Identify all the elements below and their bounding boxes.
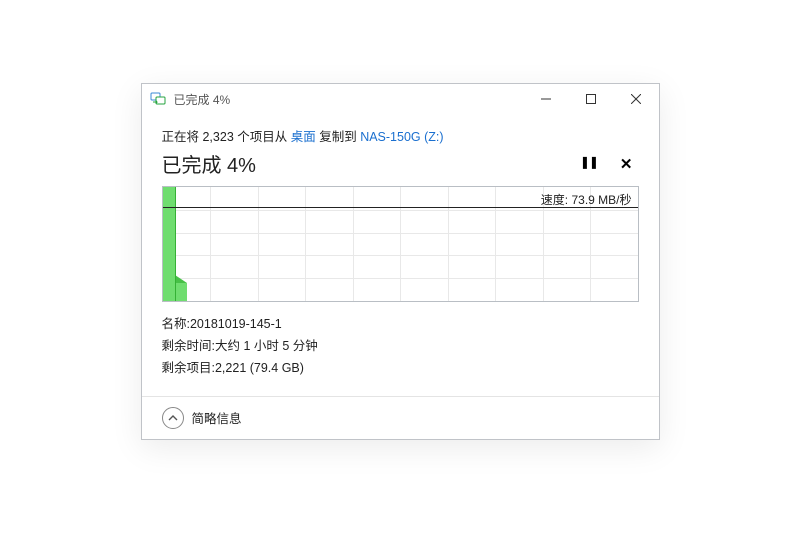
chart-fill: [175, 283, 187, 301]
items-remaining-label: 剩余项目:: [162, 358, 215, 380]
cancel-button[interactable]: ✕: [620, 155, 633, 173]
copy-description: 正在将 2,323 个项目从 桌面 复制到 NAS-150G (Z:): [162, 126, 639, 145]
close-button[interactable]: [614, 84, 659, 114]
pause-button[interactable]: ❚❚: [580, 155, 598, 173]
time-remaining-value: 大约 1 小时 5 分钟: [215, 336, 318, 358]
window-title: 已完成 4%: [174, 91, 231, 108]
time-remaining-label: 剩余时间:: [162, 336, 215, 358]
name-label: 名称:: [162, 314, 190, 336]
footer-label: 简略信息: [192, 408, 242, 427]
destination-link[interactable]: NAS-150G (Z:): [360, 130, 443, 144]
chevron-up-icon: [162, 407, 184, 429]
footer-toggle[interactable]: 简略信息: [142, 397, 659, 439]
minimize-button[interactable]: [524, 84, 569, 114]
copy-progress-icon: [150, 90, 168, 108]
file-copy-dialog: 已完成 4% 正在将 2,323 个项目从 桌面 复制到 NAS-150G (Z…: [141, 83, 660, 440]
items-remaining-value: 2,221 (79.4 GB): [215, 358, 304, 380]
source-link[interactable]: 桌面: [291, 130, 316, 144]
transfer-details: 名称: 20181019-145-1 剩余时间: 大约 1 小时 5 分钟 剩余…: [162, 314, 639, 380]
maximize-button[interactable]: [569, 84, 614, 114]
name-value: 20181019-145-1: [190, 314, 282, 336]
progress-status: 已完成 4%: [162, 149, 256, 178]
speed-label: 速度: 73.9 MB/秒: [541, 191, 632, 208]
window-controls: [524, 84, 659, 114]
titlebar: 已完成 4%: [142, 84, 659, 114]
speed-chart: 速度: 73.9 MB/秒: [162, 186, 639, 302]
